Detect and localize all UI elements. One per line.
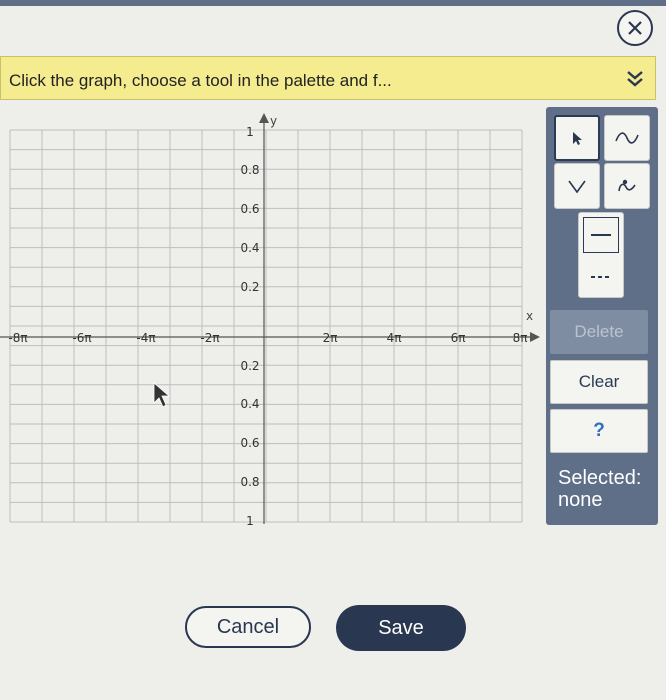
selected-status-value: none xyxy=(558,489,603,511)
selected-status-label: Selected: xyxy=(558,467,642,489)
y-tick-label: 0.6 xyxy=(240,202,259,216)
y-tick-label: 0.2 xyxy=(240,359,259,373)
y-tick-label: 0.4 xyxy=(240,397,259,411)
mouse-cursor-icon xyxy=(153,382,171,408)
tool-palette: Delete Clear ? Selected: none xyxy=(546,107,658,525)
selected-status: Selected: none xyxy=(558,467,641,511)
graph-grid xyxy=(9,129,523,523)
x-axis-label: x xyxy=(526,309,533,323)
dashed-line-tool[interactable] xyxy=(583,259,619,295)
x-tick-label: -2π xyxy=(200,331,219,345)
cancel-button[interactable]: Cancel xyxy=(185,606,311,648)
pointer-tool[interactable] xyxy=(554,115,600,161)
x-tick-labels: -8π -6π -4π -2π 2π 4π 6π 8π xyxy=(8,331,527,345)
close-circle-icon xyxy=(628,21,642,35)
y-tick-label: 1 xyxy=(246,125,254,139)
y-tick-label: 0.2 xyxy=(240,280,259,294)
cosine-tool[interactable] xyxy=(604,163,650,209)
double-chevron-down-icon[interactable] xyxy=(623,67,647,91)
close-button[interactable] xyxy=(617,10,653,46)
y-axis-label: y xyxy=(270,114,277,128)
clear-button[interactable]: Clear xyxy=(550,360,648,404)
y-tick-label: 0.6 xyxy=(240,436,259,450)
save-button[interactable]: Save xyxy=(336,605,466,651)
v-shape-icon xyxy=(568,180,586,194)
x-tick-label: 8π xyxy=(513,331,528,345)
solid-line-icon xyxy=(591,234,611,236)
sine-tool[interactable] xyxy=(604,115,650,161)
x-tick-label: 2π xyxy=(323,331,338,345)
instruction-banner: Click the graph, choose a tool in the pa… xyxy=(0,56,656,100)
x-tick-label: -8π xyxy=(8,331,27,345)
help-button[interactable]: ? xyxy=(550,409,648,453)
line-style-group xyxy=(578,212,624,298)
y-tick-label: 1 xyxy=(246,514,254,528)
instruction-text: Click the graph, choose a tool in the pa… xyxy=(9,71,392,90)
graph-area[interactable]: x y -8π -6π -4π -2π 2π 4π 6π 8π 1 0.8 0.6 0.4 0.2 0.… xyxy=(0,100,545,530)
absolute-value-tool[interactable] xyxy=(554,163,600,209)
x-tick-label: 6π xyxy=(451,331,466,345)
window-top-bar xyxy=(0,0,666,6)
x-tick-label: -4π xyxy=(136,331,155,345)
dashed-line-icon xyxy=(591,276,611,278)
solid-line-tool[interactable] xyxy=(583,217,619,253)
y-tick-label: 0.8 xyxy=(240,475,259,489)
sine-wave-icon xyxy=(615,132,639,144)
delete-button[interactable]: Delete xyxy=(550,310,648,354)
arrow-pointer-icon xyxy=(573,132,582,145)
x-tick-label: -6π xyxy=(72,331,91,345)
cosine-wave-icon xyxy=(618,179,636,192)
y-tick-label: 0.8 xyxy=(240,163,259,177)
y-tick-label: 0.4 xyxy=(240,241,259,255)
x-tick-label: 4π xyxy=(387,331,402,345)
y-axis xyxy=(259,113,269,524)
